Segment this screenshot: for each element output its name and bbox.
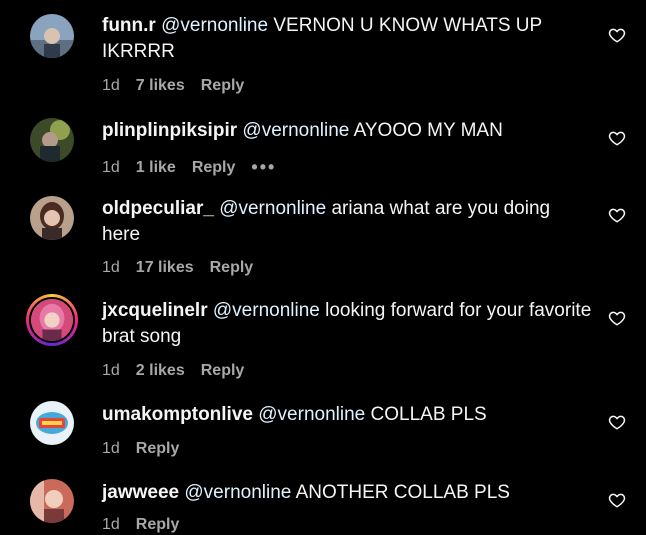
comment-message: ANOTHER COLLAB PLS bbox=[295, 482, 510, 503]
comment-text: jxcquelinelr @vernonline looking forward… bbox=[102, 298, 592, 350]
like-count[interactable]: 17 likes bbox=[136, 259, 194, 277]
comment-message: COLLAB PLS bbox=[370, 404, 487, 425]
more-options-icon[interactable]: ••• bbox=[251, 157, 276, 178]
heart-outline-icon[interactable] bbox=[608, 413, 626, 431]
username[interactable]: jxcquelinelr bbox=[102, 300, 208, 321]
avatar[interactable] bbox=[30, 14, 74, 58]
timestamp: 1d bbox=[102, 516, 120, 533]
avatar-photo-icon bbox=[31, 299, 73, 341]
reply-button[interactable]: Reply bbox=[210, 259, 254, 277]
username[interactable]: umakomptonlive bbox=[102, 404, 253, 425]
avatar-story-ring-icon[interactable] bbox=[26, 294, 78, 346]
comment-text: oldpeculiar_ @vernonline ariana what are… bbox=[102, 196, 592, 248]
mention-link[interactable]: @vernonline bbox=[219, 198, 326, 219]
timestamp: 1d bbox=[102, 362, 120, 379]
reply-button[interactable]: Reply bbox=[201, 77, 245, 95]
timestamp: 1d bbox=[102, 259, 120, 276]
reply-button[interactable]: Reply bbox=[136, 516, 180, 534]
timestamp: 1d bbox=[102, 77, 120, 94]
avatar-photo-icon bbox=[30, 14, 74, 58]
like-count[interactable]: 1 like bbox=[136, 159, 176, 177]
mention-link[interactable]: @vernonline bbox=[258, 404, 365, 425]
comment-text: plinplinpiksipir @vernonline AYOOO MY MA… bbox=[102, 118, 592, 144]
comment-meta: 1d 17 likes Reply bbox=[102, 259, 253, 277]
avatar[interactable] bbox=[30, 118, 74, 162]
heart-outline-icon[interactable] bbox=[608, 491, 626, 509]
reply-button[interactable]: Reply bbox=[136, 440, 180, 458]
like-count[interactable]: 7 likes bbox=[136, 77, 185, 95]
avatar[interactable] bbox=[30, 401, 74, 445]
comment-meta: 1d Reply bbox=[102, 516, 179, 534]
heart-outline-icon[interactable] bbox=[608, 129, 626, 147]
comment-text: jawweee @vernonline ANOTHER COLLAB PLS bbox=[102, 480, 592, 506]
mention-link[interactable]: @vernonline bbox=[242, 120, 349, 141]
username[interactable]: jawweee bbox=[102, 482, 179, 503]
comment-text: funn.r @vernonline VERNON U KNOW WHATS U… bbox=[102, 13, 592, 65]
mention-link[interactable]: @vernonline bbox=[161, 15, 268, 36]
heart-outline-icon[interactable] bbox=[608, 309, 626, 327]
heart-outline-icon[interactable] bbox=[608, 26, 626, 44]
avatar[interactable] bbox=[30, 479, 74, 523]
avatar bbox=[29, 297, 75, 343]
avatar-photo-icon bbox=[30, 196, 74, 240]
timestamp: 1d bbox=[102, 440, 120, 457]
avatar-photo-icon bbox=[30, 479, 74, 523]
avatar[interactable] bbox=[30, 196, 74, 240]
comment-meta: 1d 2 likes Reply bbox=[102, 362, 244, 380]
comment-text: umakomptonlive @vernonline COLLAB PLS bbox=[102, 402, 592, 428]
username[interactable]: funn.r bbox=[102, 15, 156, 36]
like-count[interactable]: 2 likes bbox=[136, 362, 185, 380]
reply-button[interactable]: Reply bbox=[192, 159, 236, 177]
reply-button[interactable]: Reply bbox=[201, 362, 245, 380]
timestamp: 1d bbox=[102, 158, 120, 176]
comment-meta: 1d 1 like Reply ••• bbox=[102, 157, 276, 178]
comment-message: AYOOO MY MAN bbox=[353, 120, 503, 141]
avatar-photo-icon bbox=[30, 118, 74, 162]
comment-meta: 1d 7 likes Reply bbox=[102, 77, 244, 95]
mention-link[interactable]: @vernonline bbox=[213, 300, 320, 321]
heart-outline-icon[interactable] bbox=[608, 206, 626, 224]
username[interactable]: oldpeculiar_ bbox=[102, 198, 214, 219]
username[interactable]: plinplinpiksipir bbox=[102, 120, 237, 141]
avatar-logo-icon bbox=[30, 401, 74, 445]
mention-link[interactable]: @vernonline bbox=[184, 482, 291, 503]
comment-meta: 1d Reply bbox=[102, 440, 179, 458]
